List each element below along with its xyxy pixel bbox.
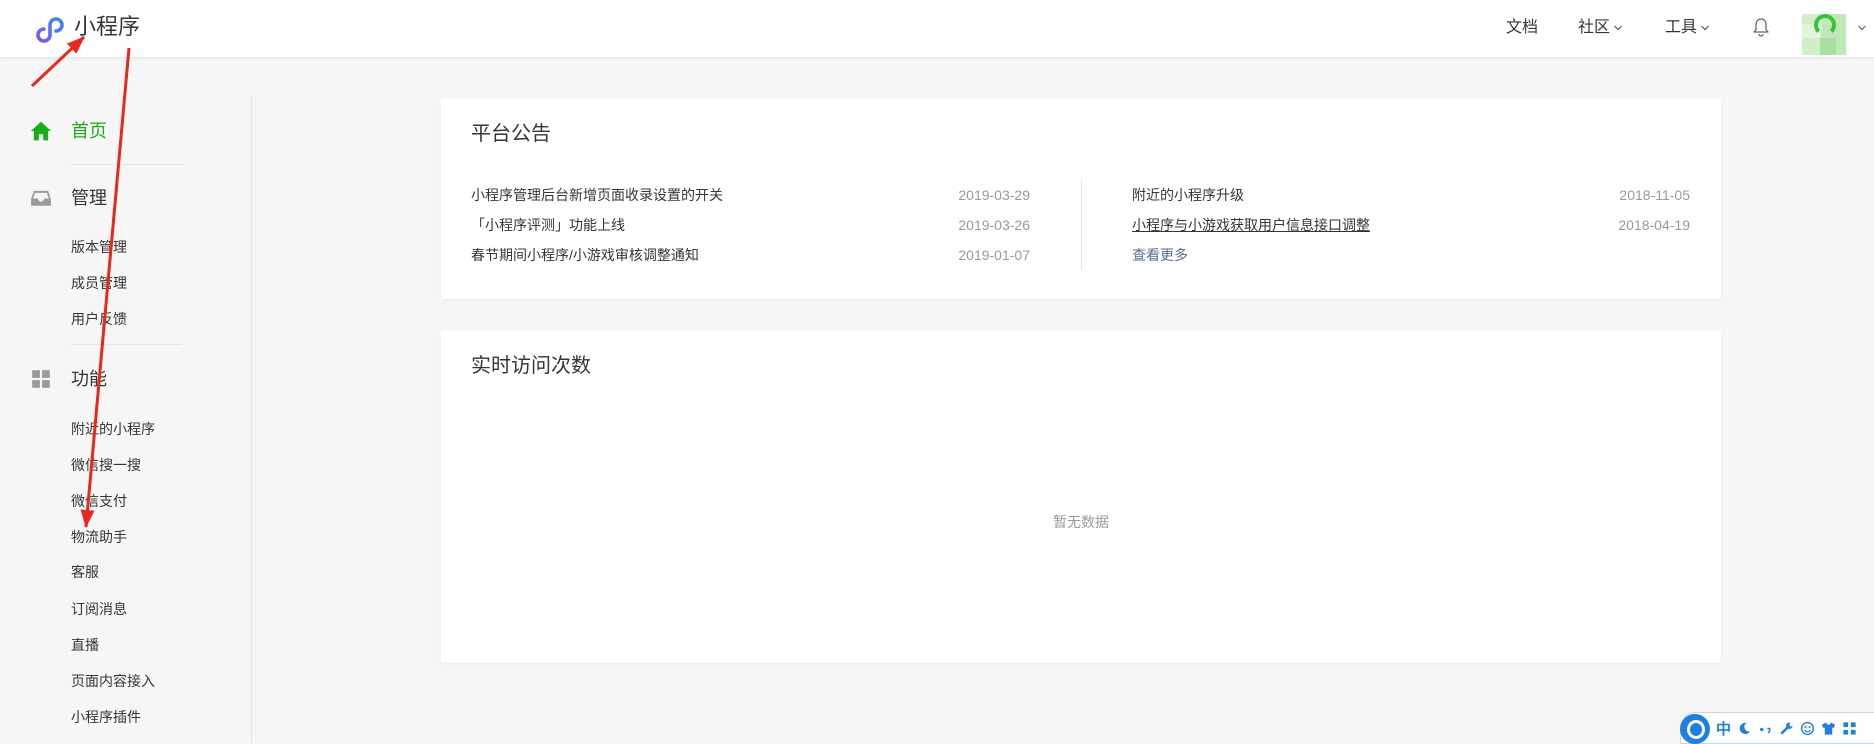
sidebar-item-page-content[interactable]: 页面内容接入 [71, 671, 155, 691]
sidebar-group-manage-label: 管理 [71, 188, 107, 208]
chevron-down-icon [1701, 25, 1709, 31]
grid-icon[interactable] [1842, 721, 1857, 736]
sidebar-item-logistics[interactable]: 物流助手 [71, 527, 127, 547]
sidebar-item-subscribe-msg[interactable]: 订阅消息 [71, 599, 127, 619]
mini-program-logo[interactable] [31, 11, 65, 45]
avatar-ring [1814, 14, 1836, 36]
announcements-left-list: 小程序管理后台新增页面收录设置的开关 2019-03-29 「小程序评测」功能上… [471, 180, 1030, 270]
realtime-visits-card: 实时访问次数 暂无数据 [441, 330, 1721, 663]
sidebar-divider [71, 344, 182, 345]
sidebar-item-plugins[interactable]: 小程序插件 [71, 707, 141, 727]
sidebar-item-home[interactable]: 首页 [30, 119, 107, 143]
announcement-date: 2019-03-26 [958, 217, 1030, 233]
realtime-visits-title: 实时访问次数 [471, 355, 591, 377]
nav-community-label: 社区 [1578, 19, 1611, 36]
nav-tools[interactable]: 工具 [1665, 17, 1710, 39]
announcement-date: 2018-11-05 [1619, 187, 1690, 203]
announcement-link[interactable]: 附近的小程序升级 [1132, 185, 1244, 205]
announcement-row: 附近的小程序升级 2018-11-05 [1132, 180, 1690, 210]
ime-toolbar: 中 [1680, 712, 1874, 744]
sidebar-item-customer-service[interactable]: 客服 [71, 562, 99, 582]
shirt-icon[interactable] [1821, 721, 1836, 736]
announcements-card: 平台公告 小程序管理后台新增页面收录设置的开关 2019-03-29 「小程序评… [441, 98, 1721, 299]
wrench-icon[interactable] [1779, 721, 1794, 736]
sidebar-item-version[interactable]: 版本管理 [71, 237, 127, 257]
nav-docs-label: 文档 [1506, 19, 1539, 36]
announcements-right-list: 附近的小程序升级 2018-11-05 小程序与小游戏获取用户信息接口调整 20… [1132, 180, 1690, 270]
sidebar-group-features-label: 功能 [71, 369, 107, 389]
avatar[interactable] [1802, 14, 1846, 55]
ime-logo[interactable] [1680, 714, 1710, 744]
announcement-row: 「小程序评测」功能上线 2019-03-26 [471, 210, 1030, 240]
chevron-down-icon [1614, 25, 1622, 31]
sidebar-group-features[interactable]: 功能 [30, 367, 107, 391]
inbox-icon [31, 190, 51, 206]
announcement-link[interactable]: 小程序与小游戏获取用户信息接口调整 [1132, 215, 1370, 235]
sidebar-item-home-label: 首页 [71, 121, 107, 141]
nav-tools-label: 工具 [1665, 19, 1698, 36]
announcement-link[interactable]: 小程序管理后台新增页面收录设置的开关 [471, 185, 723, 205]
grid-icon [32, 370, 50, 388]
app-title[interactable]: 小程序 [74, 12, 140, 42]
announcement-row: 小程序管理后台新增页面收录设置的开关 2019-03-29 [471, 180, 1030, 210]
sidebar-divider-vertical [251, 96, 252, 742]
announcement-date: 2019-03-29 [958, 187, 1030, 203]
announcement-row: 小程序与小游戏获取用户信息接口调整 2018-04-19 [1132, 210, 1690, 240]
sidebar-item-pay[interactable]: 微信支付 [71, 491, 127, 511]
top-header: 小程序 文档 社区 工具 [0, 0, 1874, 57]
smiley-icon[interactable] [1800, 721, 1815, 736]
bell-icon[interactable] [1752, 17, 1770, 37]
sidebar-item-feedback[interactable]: 用户反馈 [71, 309, 127, 329]
sidebar-divider [71, 164, 182, 165]
nav-community[interactable]: 社区 [1578, 17, 1623, 39]
announcement-link[interactable]: 春节期间小程序/小游戏审核调整通知 [471, 245, 699, 265]
announcement-date: 2018-04-19 [1618, 217, 1690, 233]
announcement-link[interactable]: 「小程序评测」功能上线 [471, 215, 625, 235]
announcements-title: 平台公告 [471, 123, 551, 145]
punctuation-icon[interactable] [1758, 721, 1773, 736]
chevron-down-icon[interactable] [1857, 23, 1867, 33]
empty-state-text: 暂无数据 [1053, 514, 1109, 530]
sidebar-group-manage[interactable]: 管理 [30, 186, 107, 210]
announcements-divider [1081, 179, 1082, 270]
ime-mode-toggle[interactable]: 中 [1716, 718, 1731, 739]
sidebar-item-live[interactable]: 直播 [71, 635, 99, 655]
sidebar-item-search[interactable]: 微信搜一搜 [71, 455, 141, 475]
announcement-row: 春节期间小程序/小游戏审核调整通知 2019-01-07 [471, 240, 1030, 270]
sidebar-item-nearby[interactable]: 附近的小程序 [71, 419, 155, 439]
announcement-row: 查看更多 [1132, 240, 1690, 270]
moon-icon[interactable] [1737, 721, 1752, 736]
sidebar-item-members[interactable]: 成员管理 [71, 273, 127, 293]
avatar-tile [1820, 38, 1836, 55]
home-icon [30, 121, 52, 141]
announcement-date: 2019-01-07 [958, 247, 1030, 263]
nav-docs[interactable]: 文档 [1506, 17, 1538, 39]
see-more-link[interactable]: 查看更多 [1132, 245, 1188, 265]
